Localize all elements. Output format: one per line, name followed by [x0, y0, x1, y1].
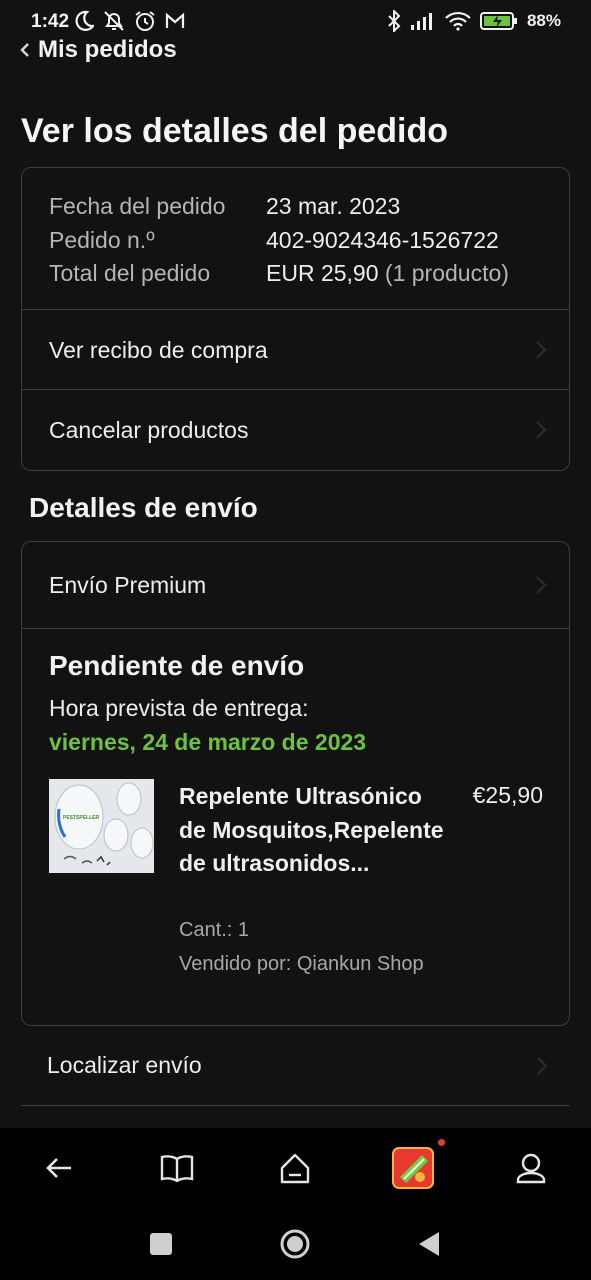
order-total-label: Total del pedido [49, 260, 211, 287]
back-to-orders-link[interactable]: Mis pedidos [20, 36, 177, 64]
back-triangle-icon [419, 1232, 439, 1256]
delivery-eta-label: Hora prevista de entrega: [49, 695, 309, 721]
order-info: Fecha del pedido 23 mar. 2023 Pedido n.º… [49, 190, 509, 291]
nav-back-button[interactable] [37, 1146, 81, 1190]
track-shipment-link[interactable]: Localizar envío [21, 1026, 570, 1106]
chevron-right-icon [536, 341, 547, 359]
product-image-graphic [49, 779, 154, 873]
back-label: Mis pedidos [38, 36, 177, 63]
shipment-status: Pendiente de envío [49, 650, 305, 681]
gmail-icon [165, 12, 185, 28]
signal-icon [410, 13, 432, 30]
nav-home-button[interactable] [273, 1146, 317, 1190]
bluetooth-icon [388, 10, 401, 32]
chevron-right-icon [536, 576, 547, 594]
order-date-row: Fecha del pedido 23 mar. 2023 [49, 190, 509, 224]
order-date-label: Fecha del pedido [49, 193, 226, 220]
product-image[interactable]: PESTSPELLER [49, 779, 154, 873]
delivery-eta-date: viernes, 24 de marzo de 2023 [49, 729, 367, 755]
bottom-nav [0, 1128, 591, 1208]
bell-off-icon [104, 11, 124, 31]
book-icon [160, 1155, 194, 1183]
alarm-icon [135, 11, 155, 31]
order-date-value: 23 mar. 2023 [266, 193, 401, 220]
home-circle-icon [280, 1229, 310, 1259]
track-shipment-label: Localizar envío [47, 1052, 202, 1078]
battery-icon [479, 12, 517, 30]
order-number-label: Pedido n.º [49, 226, 155, 253]
status-icons-right: 88% [387, 10, 561, 32]
view-receipt-label: Ver recibo de compra [49, 336, 268, 363]
order-total-count: (1 producto) [378, 260, 509, 287]
order-number-row: Pedido n.º 402-9024346-1526722 [49, 224, 509, 258]
recents-square-icon [150, 1233, 172, 1255]
back-arrow-icon [46, 1158, 71, 1178]
home-icon [280, 1153, 310, 1184]
shipping-method-link[interactable]: Envío Premium [22, 542, 569, 628]
battery-percent: 88% [526, 11, 561, 30]
order-summary-card: Fecha del pedido 23 mar. 2023 Pedido n.º… [21, 167, 570, 471]
nav-book-button[interactable] [155, 1146, 199, 1190]
home-system-button[interactable] [277, 1226, 313, 1262]
chevron-right-icon [537, 1056, 548, 1075]
shipping-section-title: Detalles de envío [29, 492, 258, 523]
status-icons-left [74, 10, 186, 32]
cancel-products-label: Cancelar productos [49, 416, 249, 443]
nav-game-app-button[interactable] [391, 1146, 435, 1190]
shipment-card: Envío Premium Pendiente de envío Hora pr… [21, 541, 570, 1026]
product-seller: Vendido por: Qiankun Shop [179, 953, 424, 975]
view-receipt-link[interactable]: Ver recibo de compra [22, 310, 569, 390]
chevron-left-icon [20, 43, 29, 57]
recents-button[interactable] [143, 1226, 179, 1262]
page-title: Ver los detalles del pedido [21, 112, 449, 150]
order-total-value: EUR 25,90 [266, 260, 379, 287]
product-image-brand: PESTSPELLER [63, 815, 100, 821]
system-nav-bar [0, 1208, 591, 1280]
shipping-method-label: Envío Premium [49, 571, 207, 598]
order-total-row: Total del pedido EUR 25,90 (1 producto) [49, 257, 509, 291]
product-price: €25,90 [472, 782, 543, 808]
nav-profile-button[interactable] [509, 1146, 553, 1190]
wifi-icon [445, 11, 471, 31]
notification-dot [438, 1139, 445, 1146]
moon-icon [75, 10, 94, 31]
back-system-button[interactable] [411, 1226, 447, 1262]
product-title-link[interactable]: Repelente Ultrasónico de Mosquitos,Repel… [179, 780, 449, 881]
status-time: 1:42 [31, 11, 70, 32]
cancel-products-link[interactable]: Cancelar productos [22, 390, 569, 470]
chevron-right-icon [536, 421, 547, 439]
product-quantity: Cant.: 1 [179, 919, 250, 941]
order-number-value: 402-9024346-1526722 [266, 226, 499, 253]
game-app-icon [392, 1147, 434, 1189]
divider [22, 628, 569, 629]
profile-icon [516, 1153, 546, 1184]
